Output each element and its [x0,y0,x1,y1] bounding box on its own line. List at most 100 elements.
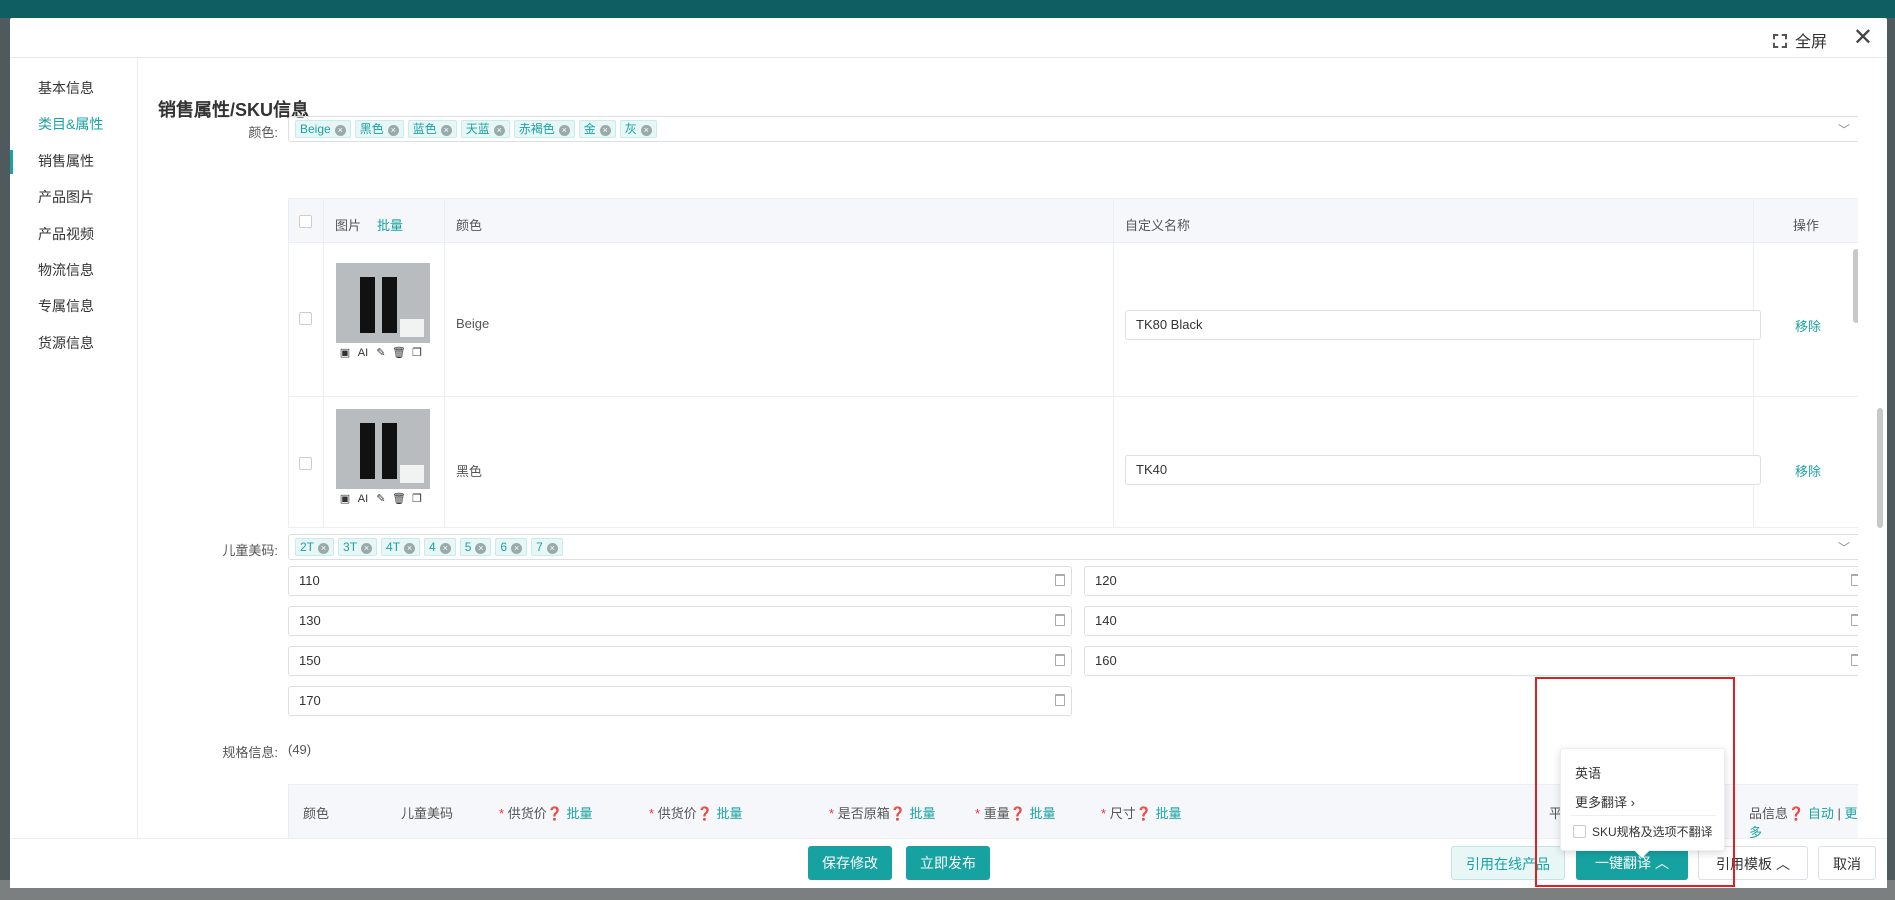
nav-item-source[interactable]: 货源信息 [38,333,94,353]
chevron-up-icon: ︿ [1775,856,1790,872]
remove-tag-icon[interactable]: × [361,543,373,554]
remove-tag-icon[interactable]: × [599,125,611,136]
header-custom-name: 自定义名称 [1125,218,1191,233]
nav-item-video[interactable]: 产品视频 [38,224,94,244]
image-edit-icon[interactable]: ▣ [336,491,354,507]
color-tag[interactable]: 蓝色 × [407,120,457,138]
remove-tag-icon[interactable]: × [404,543,416,554]
color-tag[interactable]: Beige × [295,120,351,138]
table-scrollbar[interactable] [1853,249,1858,323]
fullscreen-button[interactable]: 全屏 [1772,28,1827,52]
ai-button[interactable]: AI [354,491,372,507]
chevron-down-icon[interactable]: ﹀ [1838,539,1850,556]
batch-link[interactable]: 批量 [1156,806,1182,821]
batch-link[interactable]: 批量 [567,806,593,821]
row-color: 黑色 [456,464,483,479]
nav-item-logistics[interactable]: 物流信息 [38,260,94,280]
copy-icon[interactable]: ❐ [408,491,426,507]
size-tag[interactable]: 2T × [295,538,335,556]
size-value-input[interactable]: 160 [1084,646,1858,676]
spec-header-original-box: * 是否原箱❓ 批量 [829,806,936,821]
trash-icon[interactable] [1851,614,1858,626]
publish-button[interactable]: 立即发布 [906,846,990,880]
size-tag[interactable]: 4T × [381,538,421,556]
size-value-input[interactable]: 130 [288,606,1072,636]
size-tag[interactable]: 7 × [531,538,563,556]
cancel-button[interactable]: 取消 [1818,846,1876,880]
section-nav: 基本信息 类目&属性 销售属性 产品图片 产品视频 物流信息 专属信息 货源信息 [10,58,138,838]
remove-link[interactable]: 移除 [1795,461,1821,480]
nav-item-images[interactable]: 产品图片 [38,187,94,207]
remove-tag-icon[interactable]: × [546,543,558,554]
color-select[interactable]: Beige × 黑色 × 蓝色 × 天蓝 × 赤褐色 × 金 × 灰 × ﹀ [288,116,1858,142]
remove-tag-icon[interactable]: × [440,125,452,136]
batch-link[interactable]: 批量 [717,806,743,821]
remove-tag-icon[interactable]: × [475,543,487,554]
product-thumbnail[interactable] [336,263,430,343]
trash-icon[interactable] [1055,694,1065,706]
remove-tag-icon[interactable]: × [334,125,346,136]
color-tag[interactable]: 赤褐色 × [513,120,575,138]
size-value-input[interactable]: 170 [288,686,1072,716]
header-operation: 操作 [1793,218,1820,233]
auto-link[interactable]: 自动 [1808,806,1834,821]
product-thumbnail[interactable] [336,409,430,489]
header-color: 颜色 [456,218,483,233]
size-select[interactable]: 2T × 3T × 4T × 4 × 5 × 6 × 7 × ﹀ [288,534,1858,560]
chevron-down-icon[interactable]: ﹀ [1838,121,1850,138]
header-image: 图片 [335,218,362,233]
spec-header-product-info: 品信息❓ 自动 | 更多 [1749,806,1858,838]
size-value-input[interactable]: 140 [1084,606,1858,636]
magic-wand-icon[interactable]: ✎ [372,345,390,361]
remove-tag-icon[interactable]: × [493,125,505,136]
remove-tag-icon[interactable]: × [318,543,330,554]
trash-icon[interactable] [1055,614,1065,626]
nav-item-sales-attr[interactable]: 销售属性 [38,151,94,171]
trash-icon[interactable] [1055,654,1065,666]
batch-link[interactable]: 批量 [1030,806,1056,821]
image-edit-icon[interactable]: ▣ [336,345,354,361]
remove-tag-icon[interactable]: × [387,125,399,136]
batch-link[interactable]: 批量 [910,806,936,821]
size-value-input[interactable]: 150 [288,646,1072,676]
remove-tag-icon[interactable]: × [558,125,570,136]
size-tag[interactable]: 4 × [424,538,456,556]
page-scrollbar[interactable] [1877,408,1883,528]
size-value-input[interactable]: 110 [288,566,1072,596]
copy-icon[interactable]: ❐ [408,345,426,361]
color-tag[interactable]: 黑色 × [354,120,404,138]
row-checkbox[interactable] [299,457,312,470]
highlight-annotation-box [1535,677,1735,887]
modal-header: 全屏 ✕ [10,18,1887,58]
size-tag[interactable]: 6 × [495,538,528,556]
nav-item-category[interactable]: 类目&属性 [38,114,103,134]
select-all-checkbox[interactable] [299,215,312,228]
trash-icon[interactable]: 🗑 [390,491,408,507]
remove-link[interactable]: 移除 [1795,316,1821,335]
color-tag[interactable]: 金 × [578,120,616,138]
ai-button[interactable]: AI [354,345,372,361]
background-top-bar [0,0,1895,18]
close-icon[interactable]: ✕ [1853,23,1873,52]
custom-name-input[interactable]: TK40 [1125,455,1761,485]
batch-image-link[interactable]: 批量 [377,215,403,234]
size-tag[interactable]: 5 × [459,538,492,556]
trash-icon[interactable] [1851,574,1858,586]
size-value-input[interactable]: 120 [1084,566,1858,596]
nav-item-exclusive[interactable]: 专属信息 [38,296,94,316]
color-tag[interactable]: 灰 × [619,120,657,138]
remove-tag-icon[interactable]: × [640,125,652,136]
trash-icon[interactable]: 🗑 [390,345,408,361]
nav-item-basic[interactable]: 基本信息 [38,78,94,98]
spec-count: (49) [288,742,312,757]
size-tag[interactable]: 3T × [338,538,378,556]
remove-tag-icon[interactable]: × [511,543,523,554]
custom-name-input[interactable]: TK80 Black [1125,310,1761,340]
remove-tag-icon[interactable]: × [439,543,451,554]
color-tag[interactable]: 天蓝 × [460,120,510,138]
save-changes-button[interactable]: 保存修改 [808,846,892,880]
row-checkbox[interactable] [299,312,312,325]
magic-wand-icon[interactable]: ✎ [372,491,390,507]
trash-icon[interactable] [1851,654,1858,666]
trash-icon[interactable] [1055,574,1065,586]
